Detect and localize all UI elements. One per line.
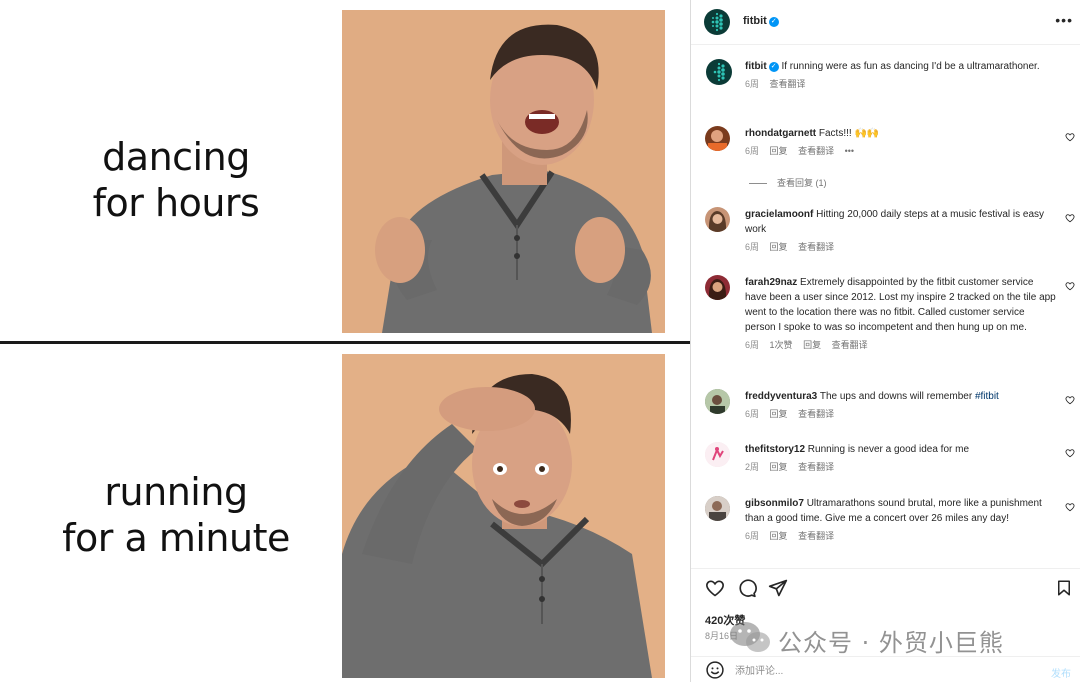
more-options-icon[interactable]: ••• (1055, 12, 1073, 28)
like-comment-heart-icon[interactable] (1065, 502, 1075, 512)
meme-caption-bottom-line1: running (104, 470, 248, 514)
comment-age[interactable]: 6周 (745, 531, 759, 541)
avatar[interactable] (705, 207, 730, 232)
post-header: fitbit ✓ ••• (691, 0, 1080, 45)
caption-username[interactable]: fitbit (745, 61, 767, 72)
comment-text: Running is never a good idea for me (807, 444, 970, 455)
comment-age[interactable]: 6周 (745, 409, 759, 419)
add-comment-input[interactable] (735, 663, 1025, 679)
view-replies-button[interactable]: 查看回复 (1) (749, 176, 827, 189)
like-comment-heart-icon[interactable] (1065, 395, 1075, 405)
like-comment-heart-icon[interactable] (1065, 448, 1075, 458)
meme-caption-top-line2: for hours (92, 181, 260, 225)
reply-button[interactable]: 回复 (770, 242, 788, 252)
reply-button[interactable]: 回复 (770, 531, 788, 541)
like-comment-heart-icon[interactable] (1065, 281, 1075, 291)
translate-button[interactable]: 查看翻译 (798, 462, 834, 472)
comment-username[interactable]: gracielamoonf (745, 209, 813, 220)
meme-image: dancing for hours running for a minute (0, 0, 690, 682)
avatar[interactable] (705, 275, 730, 300)
translate-button[interactable]: 查看翻译 (832, 340, 868, 350)
reply-button[interactable]: 回复 (770, 409, 788, 419)
post-author-name[interactable]: fitbit (743, 15, 767, 27)
avatar[interactable] (705, 126, 730, 151)
caption-fitbit-avatar[interactable] (706, 59, 732, 85)
post-actions: 420次赞 8月16日 发布 (691, 568, 1080, 682)
like-comment-heart-icon[interactable] (1065, 132, 1075, 142)
avatar[interactable] (705, 496, 730, 521)
meme-caption-bottom: running for a minute (0, 469, 352, 561)
add-comment-bar: 发布 (691, 656, 1080, 682)
instagram-post-panel: fitbit ✓ ••• fitbit ✓ If running were as f… (690, 0, 1080, 682)
comment-username[interactable]: rhondatgarnett (745, 128, 816, 139)
comment-username[interactable]: gibsonmilo7 (745, 498, 804, 509)
emoji-icon[interactable] (705, 660, 725, 680)
comment-age[interactable]: 6周 (745, 340, 759, 350)
hashtag-link[interactable]: #fitbit (975, 391, 999, 402)
reply-button[interactable]: 回复 (770, 462, 788, 472)
avatar[interactable] (705, 389, 730, 414)
post-comment-button[interactable]: 发布 (1051, 665, 1071, 680)
translate-button[interactable]: 查看翻译 (798, 242, 834, 252)
reply-button[interactable]: 回复 (770, 146, 788, 156)
meme-caption-top: dancing for hours (0, 134, 352, 226)
caption-body: fitbit ✓ If running were as fun as dancin… (745, 59, 1057, 92)
meme-photo-happy-man (342, 10, 665, 333)
comment-text: The ups and downs will remember (819, 391, 975, 402)
meme-caption-bottom-line2: for a minute (62, 516, 290, 560)
comment-likes[interactable]: 1次赞 (770, 340, 793, 350)
comment-username[interactable]: farah29naz (745, 277, 797, 288)
caption-translate-button[interactable]: 查看翻译 (770, 79, 806, 89)
replies-line (749, 183, 767, 185)
meme-photo-tired-man (342, 354, 665, 678)
share-send-icon[interactable] (768, 578, 788, 598)
comment-username[interactable]: thefitstory12 (745, 444, 805, 455)
comment-age[interactable]: 6周 (745, 146, 759, 156)
translate-button[interactable]: 查看翻译 (798, 409, 834, 419)
post-author[interactable]: fitbit ✓ (743, 15, 779, 27)
caption-text: If running were as fun as dancing I'd be… (781, 61, 1040, 72)
comment-username[interactable]: freddyventura3 (745, 391, 817, 402)
meme-caption-top-line1: dancing (102, 135, 250, 179)
comment-age[interactable]: 2周 (745, 462, 759, 472)
reply-button[interactable]: 回复 (803, 340, 821, 350)
translate-button[interactable]: 查看翻译 (798, 146, 834, 156)
comment-text: Facts!!! 🙌🙌 (818, 128, 880, 139)
verified-icon: ✓ (768, 62, 779, 72)
verified-icon: ✓ (768, 17, 779, 27)
meme-divider (0, 341, 690, 344)
like-comment-heart-icon[interactable] (1065, 213, 1075, 223)
like-heart-icon[interactable] (705, 578, 725, 598)
comment-age[interactable]: 6周 (745, 242, 759, 252)
post-date: 8月16日 (705, 631, 739, 641)
avatar[interactable] (705, 442, 730, 467)
caption-age[interactable]: 6周 (745, 79, 759, 89)
bookmark-icon[interactable] (1055, 578, 1073, 598)
comments-list[interactable]: fitbit ✓ If running were as fun as dancin… (691, 46, 1080, 568)
comment-bubble-icon[interactable] (737, 578, 757, 598)
likes-count[interactable]: 420次赞 (705, 612, 745, 628)
translate-button[interactable]: 查看翻译 (798, 531, 834, 541)
comment-more-button[interactable]: ••• (845, 146, 854, 156)
view-replies-label[interactable]: 查看回复 (1) (777, 178, 827, 188)
fitbit-avatar[interactable] (704, 9, 730, 35)
